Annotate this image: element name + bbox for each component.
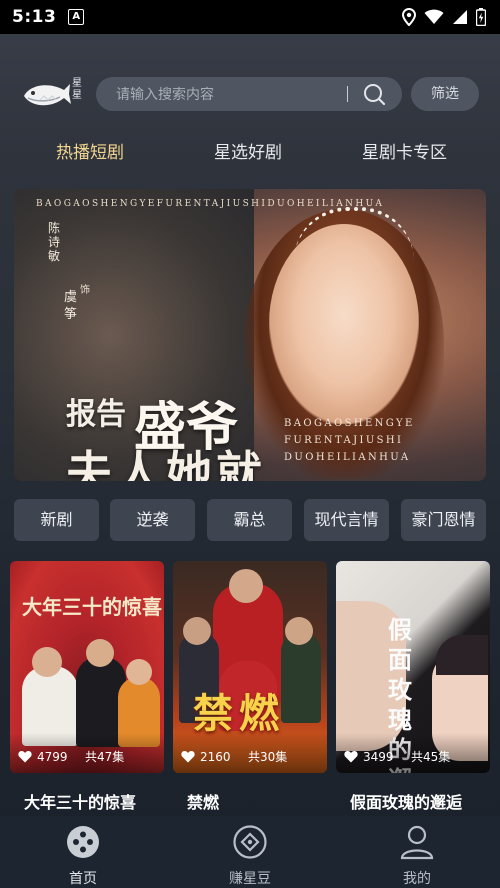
location-icon [402, 8, 416, 26]
genre-comeback[interactable]: 逆袭 [110, 499, 195, 541]
genre-modern-romance[interactable]: 现代言情 [304, 499, 389, 541]
nav-profile[interactable]: 我的 [367, 824, 467, 888]
banner-top-pinyin: BAOGAOSHENGYEFURENTAJIUSHIDUOHEILIANHUA [36, 199, 385, 209]
drama-card[interactable]: 大年三十的惊喜 4799 共47集 [10, 561, 164, 773]
home-dots-icon [67, 826, 99, 858]
drama-grid: 大年三十的惊喜 4799 共47集 大年三十的惊喜 禁燃 2160 共30集 禁… [0, 561, 500, 813]
signal-icon [453, 10, 467, 24]
heart-icon [181, 750, 195, 763]
drama-episodes: 共30集 [248, 750, 288, 764]
heart-icon [344, 750, 358, 763]
category-tabs: 热播短剧 星选好剧 星剧卡专区 [0, 138, 500, 166]
diamond-coin-icon [233, 825, 267, 859]
banner-role-name: 虞筝 [64, 290, 78, 322]
logo-text: 星 星 [72, 78, 82, 101]
banner-pinyin: BAOGAOSHENGYE FURENTAJIUSHI DUOHEILIANHU… [284, 415, 415, 466]
nav-home-label: 首页 [69, 871, 97, 887]
banner-title-part1: 报告 [66, 397, 126, 432]
featured-banner[interactable]: BAOGAOSHENGYEFURENTAJIUSHIDUOHEILIANHUA … [14, 189, 486, 481]
drama-likes: 3499 [363, 749, 394, 764]
drama-poster-title: 大年三十的惊喜 [22, 595, 162, 619]
genre-filter-row: 新剧 逆袭 霸总 现代言情 豪门恩情 [14, 499, 486, 541]
tab-star-card-zone[interactable]: 星剧卡专区 [362, 138, 447, 163]
drama-likes: 2160 [200, 749, 231, 764]
drama-card[interactable]: 假面玫瑰的邂逅 3499 共45集 [336, 561, 490, 773]
drama-episodes: 共47集 [85, 750, 125, 764]
wifi-icon [424, 9, 444, 24]
banner-pinyin-line: DUOHEILIANHUA [284, 452, 411, 463]
drama-card[interactable]: 禁燃 2160 共30集 [173, 561, 327, 773]
banner-pinyin-line: BAOGAOSHENGYE [284, 418, 415, 429]
fish-logo-icon [24, 84, 71, 106]
battery-icon [476, 8, 486, 26]
notification-icon: A [68, 9, 85, 25]
drama-title[interactable]: 大年三十的惊喜 [24, 789, 136, 813]
filter-button[interactable]: 筛选 [411, 77, 479, 111]
nav-home[interactable]: 首页 [33, 824, 133, 888]
genre-new[interactable]: 新剧 [14, 499, 99, 541]
nav-profile-label: 我的 [403, 871, 431, 887]
drama-stats: 2160 共30集 [181, 748, 287, 765]
banner-actor-name: 陈诗敏 [48, 221, 61, 263]
search-input[interactable]: 请输入搜索内容 [116, 84, 347, 104]
tab-star-picks[interactable]: 星选好剧 [214, 138, 282, 163]
drama-poster-title: 禁燃 [193, 690, 285, 737]
drama-title[interactable]: 假面玫瑰的邂逅 [350, 789, 462, 813]
nav-earn-stars-label: 赚星豆 [229, 871, 271, 887]
genre-ceo[interactable]: 霸总 [207, 499, 292, 541]
bottom-navigation: 首页 赚星豆 我的 [0, 816, 500, 888]
search-bar[interactable]: 请输入搜索内容 [96, 77, 402, 111]
app-logo: 星 星 [20, 76, 90, 114]
drama-stats: 4799 共47集 [18, 748, 124, 765]
drama-stats: 3499 共45集 [344, 748, 450, 765]
banner-as-text: 饰 [80, 285, 90, 296]
drama-episodes: 共45集 [411, 750, 451, 764]
heart-icon [18, 750, 32, 763]
search-divider [347, 86, 348, 102]
drama-likes: 4799 [37, 749, 68, 764]
genre-wealthy-family[interactable]: 豪门恩情 [401, 499, 486, 541]
top-header: 星 星 请输入搜索内容 筛选 [20, 76, 482, 114]
person-icon [400, 825, 434, 860]
banner-pinyin-line: FURENTAJIUSHI [284, 435, 404, 446]
status-bar: 5:13 A [0, 0, 500, 34]
drama-title[interactable]: 禁燃 [187, 789, 219, 813]
search-icon[interactable] [362, 82, 386, 106]
nav-earn-stars[interactable]: 赚星豆 [200, 824, 300, 888]
banner-title-part3: 夫人她就 [66, 446, 266, 481]
status-time: 5:13 [12, 7, 57, 27]
tab-hot-shorts[interactable]: 热播短剧 [56, 138, 124, 163]
